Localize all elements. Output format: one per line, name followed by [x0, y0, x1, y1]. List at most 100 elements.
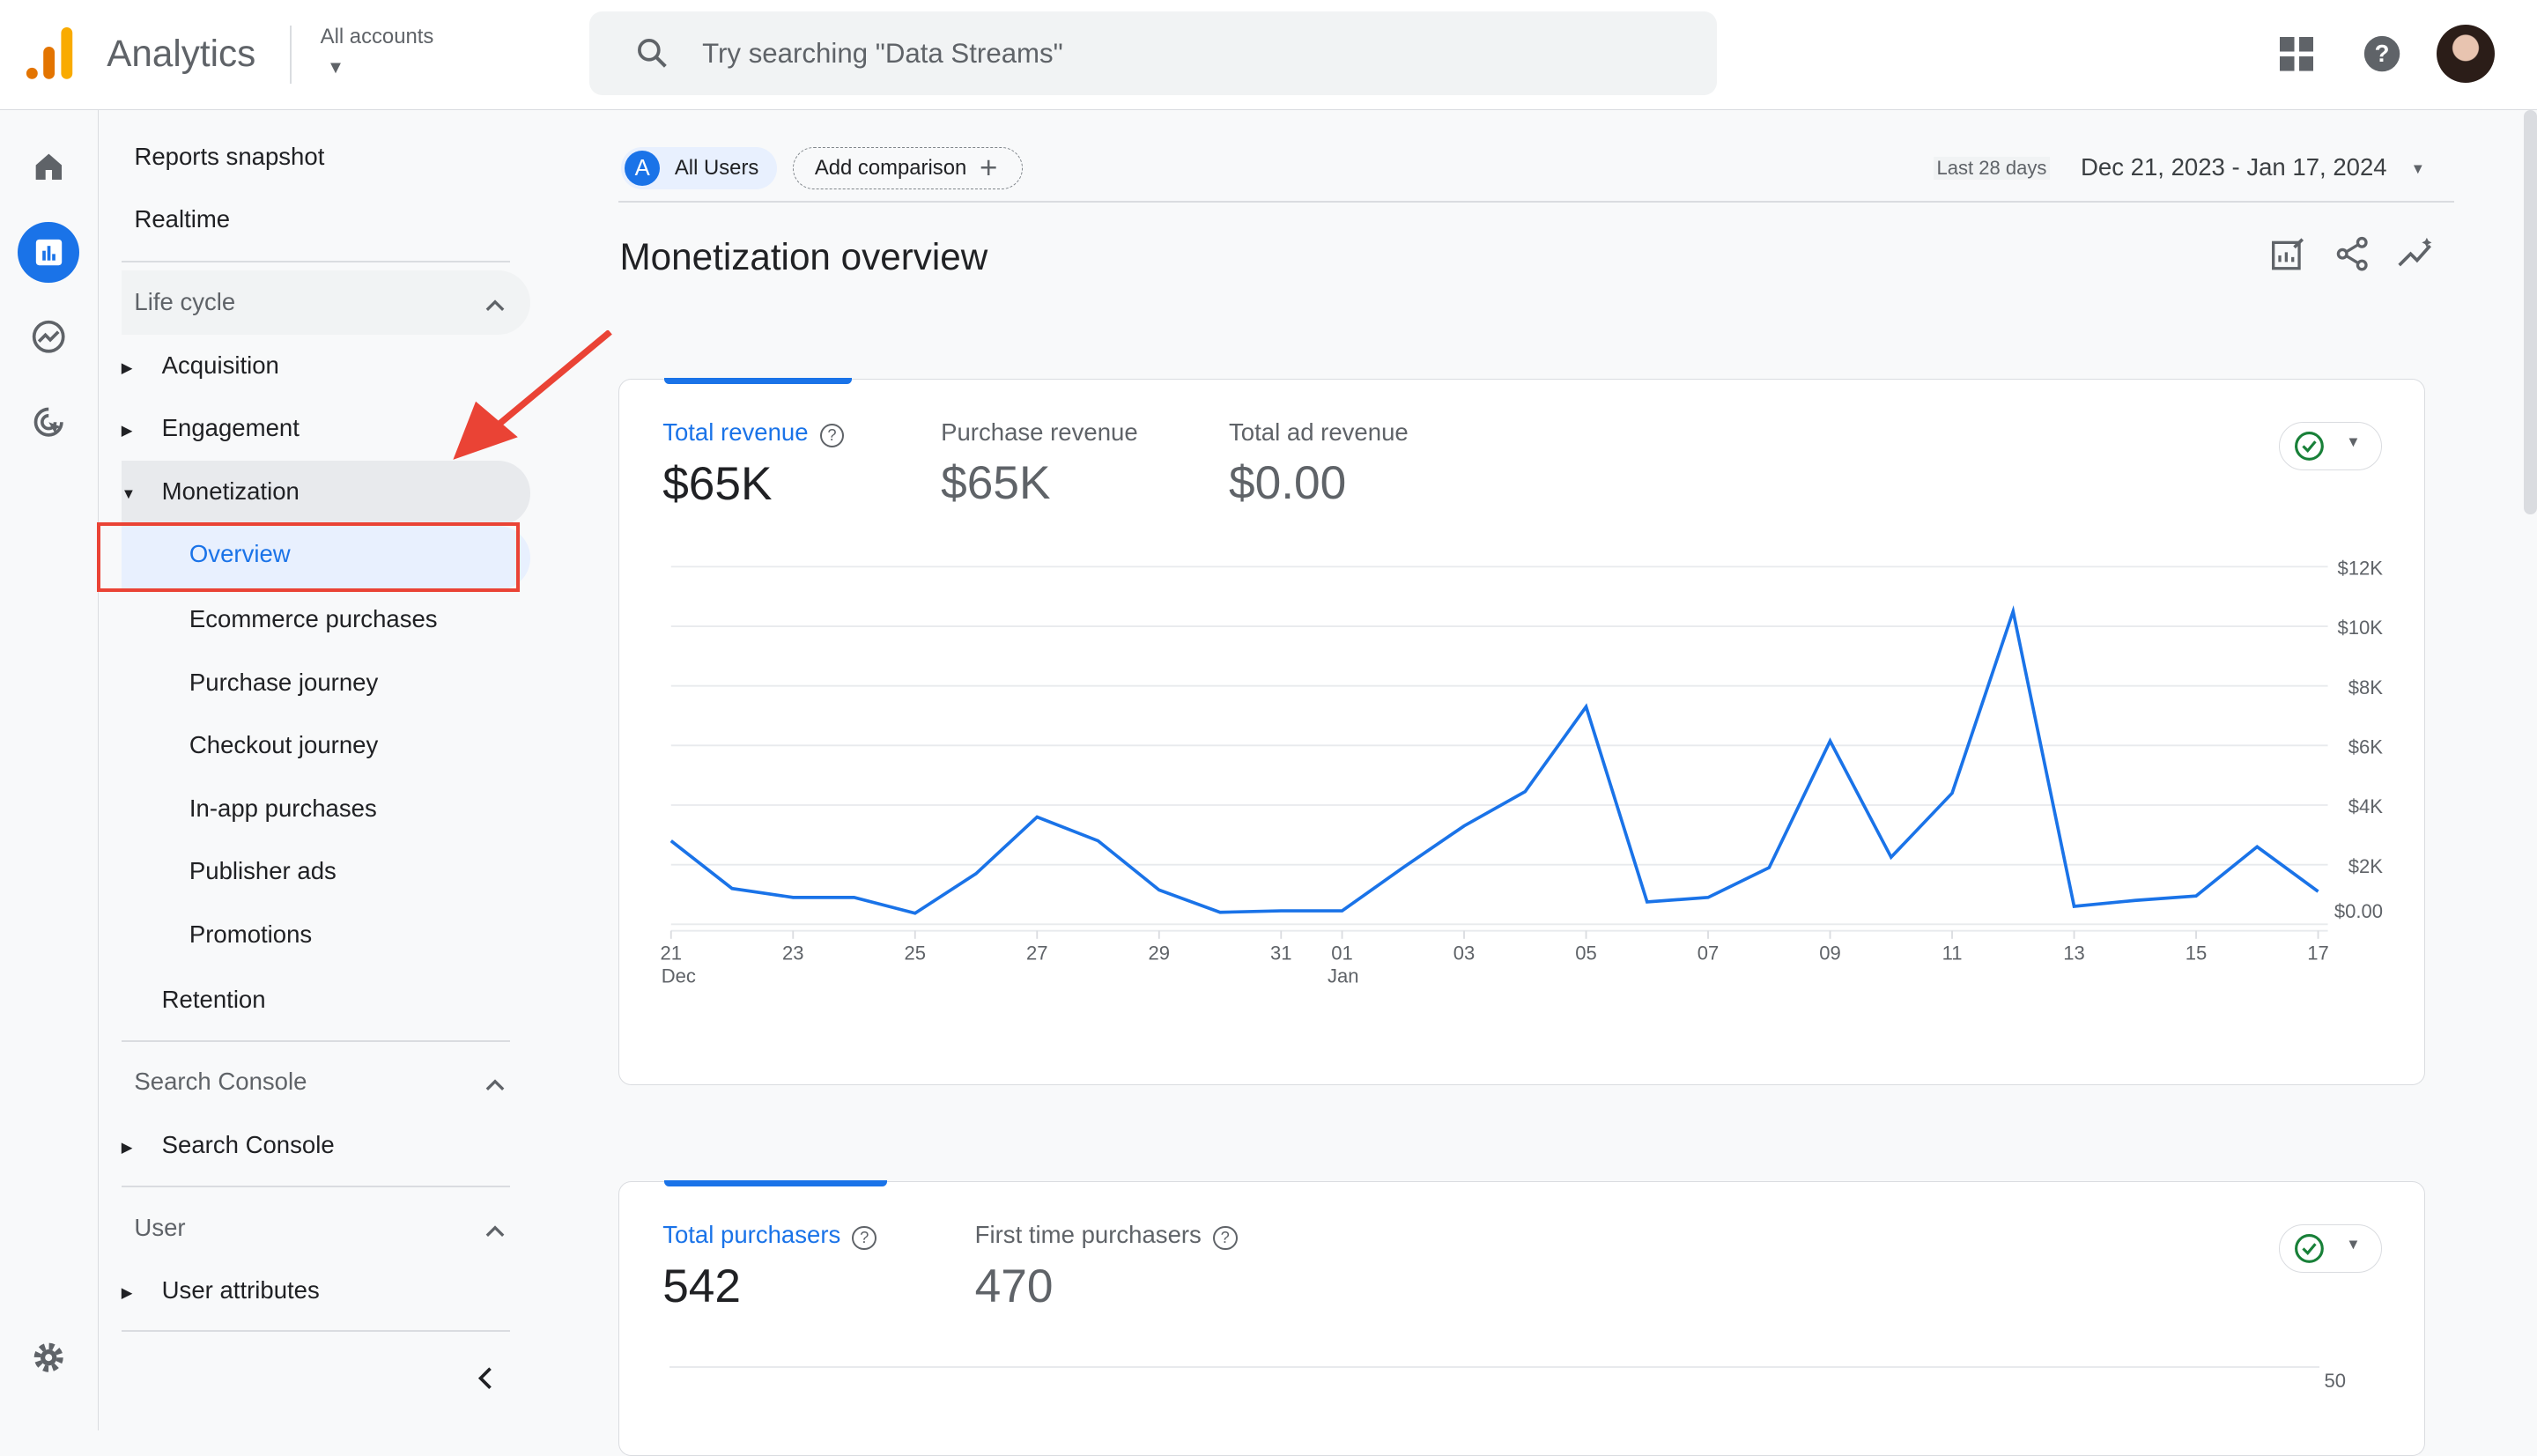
y-tick-label: $6K [2348, 736, 2383, 758]
revenue-series-line [669, 605, 2319, 916]
x-tick-label: 29 [1148, 942, 1170, 965]
caret-down-icon[interactable]: ▼ [327, 58, 344, 78]
y-tick-label: $8K [2348, 676, 2383, 698]
home-icon[interactable] [21, 139, 76, 194]
caret-right-icon[interactable]: ▶ [122, 359, 133, 377]
nav-monetization-label[interactable]: Monetization [162, 477, 300, 506]
nav-acquisition[interactable]: Acquisition [162, 351, 279, 380]
x-tick-label: 31 [1270, 942, 1292, 965]
help-icon[interactable]: ? [2363, 34, 2401, 73]
insights-icon[interactable] [2396, 236, 2438, 271]
y-tick-label: $2K [2348, 855, 2383, 877]
metric-value: $65K [662, 458, 773, 511]
customize-report-icon[interactable] [2270, 236, 2305, 271]
metric-label: First time purchasers ? [975, 1221, 1238, 1251]
caret-right-icon[interactable]: ▶ [122, 1139, 133, 1157]
metric-value: $65K [941, 456, 1051, 509]
help-circle-icon[interactable]: ? [1213, 1225, 1238, 1251]
reports-icon[interactable] [18, 221, 79, 284]
help-circle-icon[interactable]: ? [852, 1225, 876, 1251]
app-name: Analytics [107, 32, 256, 74]
check-circle-icon [2295, 1233, 2325, 1263]
caret-right-icon[interactable]: ▶ [122, 422, 133, 440]
section-life-cycle[interactable]: Life cycle [121, 270, 531, 336]
metric-value: $0.00 [1229, 456, 1347, 509]
x-tick-label: 03 [1453, 942, 1475, 965]
divider [618, 200, 2455, 203]
svg-text:?: ? [2374, 40, 2389, 67]
collapse-chevron-left-icon[interactable] [476, 1365, 495, 1391]
x-tick-label: 13 [2063, 942, 2085, 965]
help-circle-icon[interactable]: ? [819, 423, 845, 448]
metric-purchase-revenue[interactable]: Purchase revenue $65K [941, 418, 1138, 510]
x-tick-label: 17 [2307, 942, 2329, 965]
nav-publisher-ads[interactable]: Publisher ads [189, 857, 337, 885]
caret-right-icon[interactable]: ▶ [122, 1284, 133, 1302]
nav-reports-snapshot[interactable]: Reports snapshot [134, 143, 324, 171]
x-tick-label: 23 [782, 942, 804, 965]
compare-status-button[interactable]: ▼ [2278, 421, 2383, 470]
nav-ecommerce-purchases[interactable]: Ecommerce purchases [189, 605, 438, 633]
nav-user-attributes[interactable]: User attributes [162, 1276, 320, 1304]
x-month-label: Jan [1328, 965, 1359, 987]
x-tick-label: 07 [1697, 942, 1719, 965]
avatar[interactable] [2437, 24, 2496, 83]
active-tab-indicator [664, 1179, 888, 1187]
segment-avatar: A [624, 150, 661, 187]
nav-checkout-journey[interactable]: Checkout journey [189, 731, 378, 759]
chevron-up-icon [485, 290, 505, 318]
apps-grid-icon[interactable] [2279, 37, 2314, 71]
revenue-line-chart: $0.00 $2K $4K $6K $8K $10K $12K 21 23 25 27 29 31 01 0… [660, 558, 2383, 987]
top-bar: Analytics All accounts ▼ ? [0, 0, 2537, 110]
metric-total-purchasers[interactable]: Total purchasers ? 542 [662, 1221, 876, 1314]
page-title: Monetization overview [619, 236, 988, 278]
nav-promotions[interactable]: Promotions [189, 920, 312, 949]
reports-nav: Reports snapshot Realtime Life cycle ▶ A… [97, 110, 612, 1430]
metric-value: 470 [974, 1260, 1054, 1313]
account-selector[interactable]: All accounts [321, 25, 434, 49]
metric-label: Total revenue ? [662, 418, 845, 448]
gridline [669, 1366, 2319, 1368]
settings-gear-icon[interactable] [21, 1330, 76, 1385]
explore-icon[interactable] [21, 309, 76, 364]
nav-search-console[interactable]: Search Console [162, 1131, 335, 1159]
metric-total-revenue[interactable]: Total revenue ? $65K [662, 418, 845, 512]
nav-realtime[interactable]: Realtime [134, 205, 230, 233]
y-tick: 50 [2324, 1369, 2346, 1392]
metric-first-time-purchasers[interactable]: First time purchasers ? 470 [975, 1221, 1238, 1314]
highlight-box [97, 522, 520, 593]
scrollbar[interactable] [2524, 109, 2537, 515]
plus-icon: + [979, 151, 998, 185]
check-circle-icon [2295, 431, 2325, 461]
date-preset[interactable]: Last 28 days [1933, 157, 2051, 181]
chevron-up-icon [485, 1069, 505, 1098]
x-tick-label: 27 [1026, 942, 1048, 965]
caret-down-icon: ▼ [2346, 433, 2361, 451]
date-caret-down-icon[interactable]: ▼ [2411, 160, 2425, 178]
advertising-icon[interactable] [21, 395, 76, 449]
section-title: Search Console [134, 1068, 307, 1096]
search-bar[interactable] [588, 11, 1717, 96]
section-search-console[interactable]: Search Console [122, 1050, 531, 1114]
add-comparison-label: Add comparison [814, 156, 967, 180]
nav-purchase-journey[interactable]: Purchase journey [189, 669, 378, 697]
section-user[interactable]: User [122, 1195, 531, 1260]
share-icon[interactable] [2334, 236, 2370, 271]
caret-down-icon[interactable]: ▼ [122, 485, 136, 503]
divider [121, 1039, 510, 1042]
date-range[interactable]: Dec 21, 2023 - Jan 17, 2024 [2081, 153, 2387, 181]
nav-engagement[interactable]: Engagement [162, 414, 300, 442]
metric-total-ad-revenue[interactable]: Total ad revenue $0.00 [1229, 418, 1409, 510]
metric-value: 542 [662, 1260, 742, 1313]
divider [121, 260, 510, 262]
segment-chip-all-users[interactable]: A All Users [621, 147, 777, 189]
nav-retention[interactable]: Retention [162, 986, 266, 1014]
metric-label: Total purchasers ? [662, 1221, 876, 1251]
compare-status-button[interactable]: ▼ [2278, 1223, 2383, 1273]
metric-label: Total ad revenue [1229, 418, 1409, 446]
search-input[interactable] [699, 30, 1670, 77]
nav-overview[interactable]: Overview [189, 540, 291, 568]
nav-in-app-purchases[interactable]: In-app purchases [189, 795, 377, 823]
add-comparison-button[interactable]: Add comparison + [792, 147, 1023, 189]
revenue-card: Total revenue ? $65K Purchase revenue $65K… [618, 377, 2426, 1086]
